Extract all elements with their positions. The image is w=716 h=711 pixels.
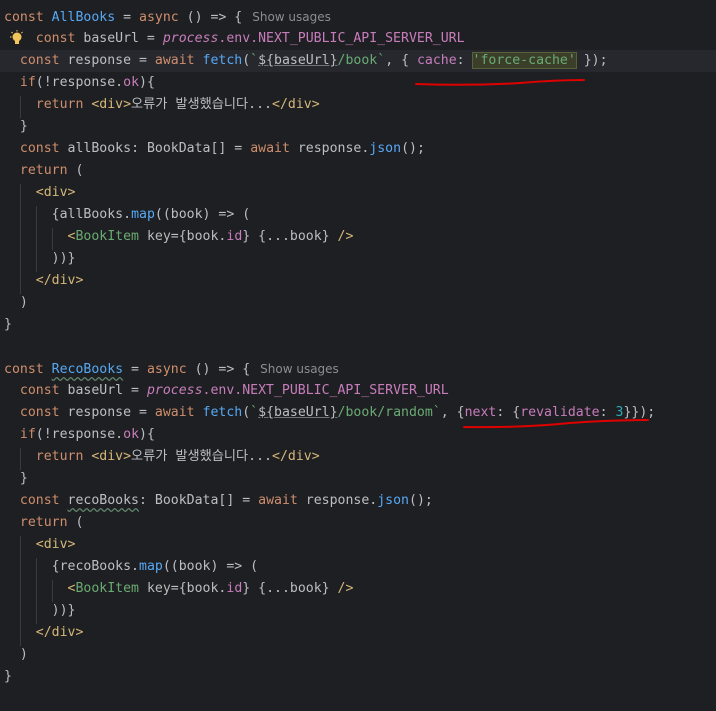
- code-line: <BookItem key={book.id} {...book} />: [67, 229, 354, 244]
- cache-value: 'force-cache': [471, 52, 577, 69]
- show-usages-hint[interactable]: Show usages: [252, 10, 331, 24]
- env-object: process: [146, 383, 203, 398]
- code-line: const recoBooks: BookData[] = await resp…: [19, 493, 433, 508]
- code-line: return (: [19, 515, 84, 530]
- function-name: RecoBooks: [51, 362, 124, 377]
- code-line: <div>: [35, 537, 76, 552]
- code-line: </div>: [35, 625, 84, 640]
- error-text: 오류가 발생했습니다...: [131, 97, 272, 112]
- code-line: const baseUrl = process.env.NEXT_PUBLIC_…: [0, 28, 716, 50]
- code-line: const baseUrl = process.env.NEXT_PUBLIC_…: [19, 383, 449, 398]
- fetch-path: /book/random: [337, 405, 433, 420]
- env-object: process: [162, 31, 219, 46]
- code-line: const AllBooks = async () => {Show usage…: [4, 10, 331, 25]
- fetch-path: /book: [337, 53, 378, 68]
- template-var: ${baseUrl}: [258, 405, 338, 420]
- code-line: return <div>오류가 발생했습니다...</div>: [35, 449, 320, 464]
- json-fn: json: [369, 141, 402, 156]
- map-fn: map: [131, 207, 155, 222]
- code-line: const response = await fetch(`${baseUrl}…: [19, 405, 656, 420]
- code-line: const RecoBooks = async () => {Show usag…: [4, 362, 339, 377]
- map-fn: map: [139, 559, 163, 574]
- code-line: {allBooks.map((book) => (: [4, 207, 251, 222]
- json-fn: json: [377, 493, 409, 508]
- ok-prop: ok: [123, 75, 140, 90]
- code-line: return (: [19, 163, 84, 178]
- code-line: <BookItem key={book.id} {...book} />: [67, 581, 354, 596]
- code-line: return <div>오류가 발생했습니다...</div>: [35, 97, 320, 112]
- code-line: </div>: [35, 273, 84, 288]
- code-line: ))}: [4, 251, 76, 266]
- revalidate-key: revalidate: [520, 405, 600, 420]
- code-line: ))}: [4, 603, 76, 618]
- data-var: recoBooks: [59, 559, 132, 574]
- template-var: ${baseUrl}: [258, 53, 338, 68]
- type-name: BookData: [154, 493, 219, 508]
- code-line: ): [4, 295, 28, 310]
- function-name: AllBooks: [51, 10, 116, 25]
- code-line: }: [4, 669, 12, 684]
- show-usages-hint[interactable]: Show usages: [260, 362, 339, 376]
- component-name: BookItem: [75, 229, 140, 244]
- env-path: .env.NEXT_PUBLIC_API_SERVER_URL: [218, 31, 465, 46]
- code-line: if(!response.ok){: [19, 427, 155, 442]
- code-line: if(!response.ok){: [19, 75, 155, 90]
- env-path: .env.NEXT_PUBLIC_API_SERVER_URL: [202, 383, 449, 398]
- error-text: 오류가 발생했습니다...: [131, 449, 272, 464]
- code-line: }: [4, 471, 28, 486]
- data-var: recoBooks: [67, 493, 139, 508]
- type-name: BookData: [146, 141, 211, 156]
- ok-prop: ok: [123, 427, 140, 442]
- next-key: next: [464, 405, 497, 420]
- code-line: <div>: [35, 185, 76, 200]
- code-line: }: [4, 119, 28, 134]
- code-line: {recoBooks.map((book) => (: [4, 559, 259, 574]
- code-line: const allBooks: BookData[] = await respo…: [19, 141, 425, 156]
- cache-key: cache: [416, 53, 457, 68]
- component-name: BookItem: [75, 581, 140, 596]
- data-var: allBooks: [59, 207, 124, 222]
- code-line: }: [4, 317, 12, 332]
- code-line-current: const response = await fetch(`${baseUrl}…: [0, 50, 716, 72]
- code-line: ): [4, 647, 28, 662]
- revalidate-value: 3: [615, 405, 624, 420]
- code-editor[interactable]: const AllBooks = async () => {Show usage…: [0, 0, 716, 711]
- data-var: allBooks: [67, 141, 132, 156]
